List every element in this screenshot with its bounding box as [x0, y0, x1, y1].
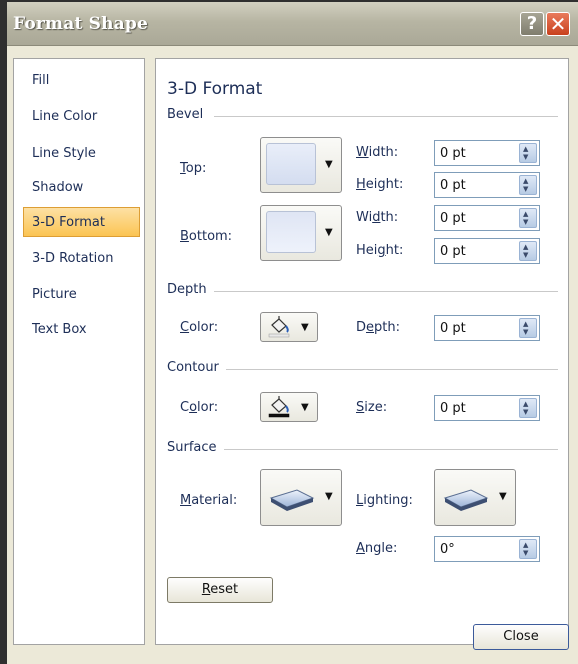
- depth-value: 0 pt: [440, 321, 466, 336]
- top-height-label: Height:: [356, 177, 404, 192]
- bevel-bottom-label: Bottom:: [180, 229, 233, 244]
- spin-buttons-icon[interactable]: ▲ ▼: [519, 143, 537, 163]
- bevel-top-label: Top:: [180, 161, 207, 176]
- help-button[interactable]: ?: [520, 12, 544, 36]
- top-width-spinner[interactable]: 0 pt ▲ ▼: [434, 140, 540, 166]
- size-label: Size:: [356, 400, 388, 415]
- reset-button[interactable]: Reset: [167, 577, 273, 603]
- bottom-height-value: 0 pt: [440, 244, 466, 259]
- lighting-dropdown[interactable]: ▼: [434, 469, 516, 526]
- spin-buttons-icon[interactable]: ▲ ▼: [519, 241, 537, 261]
- nav-item-line-color[interactable]: Line Color: [32, 109, 97, 124]
- bottom-width-label: Width:: [356, 210, 399, 225]
- paint-bucket-icon: [268, 396, 290, 418]
- contour-section-label: Contour: [167, 360, 219, 375]
- top-height-spinner[interactable]: 0 pt ▲ ▼: [434, 172, 540, 198]
- material-dropdown[interactable]: ▼: [260, 469, 342, 526]
- close-window-button[interactable]: ✕: [546, 12, 570, 36]
- spin-buttons-icon[interactable]: ▲ ▼: [519, 208, 537, 228]
- contour-divider: [226, 369, 558, 370]
- depth-divider: [214, 291, 558, 292]
- top-height-value: 0 pt: [440, 178, 466, 193]
- bevel-divider: [214, 116, 558, 117]
- paint-bucket-icon: [268, 316, 290, 338]
- format-shape-dialog: Format Shape ? ✕ Fill Line Color Line St…: [7, 2, 578, 664]
- close-button[interactable]: Close: [473, 624, 569, 650]
- nav-item-shadow[interactable]: Shadow: [32, 180, 83, 195]
- spin-buttons-icon[interactable]: ▲ ▼: [519, 398, 537, 418]
- top-width-label: Width:: [356, 145, 399, 160]
- settings-panel: 3-D Format Bevel Top: ▼ Width: 0 pt ▲ ▼ H…: [155, 58, 569, 645]
- nav-item-3d-format[interactable]: 3-D Format: [32, 215, 105, 230]
- surface-section-label: Surface: [167, 440, 217, 455]
- spin-buttons-icon[interactable]: ▲ ▼: [519, 318, 537, 338]
- bevel-top-dropdown[interactable]: ▼: [260, 137, 342, 193]
- nav-item-fill[interactable]: Fill: [32, 73, 49, 88]
- material-label: Material:: [180, 493, 238, 508]
- lighting-label: Lighting:: [356, 493, 413, 508]
- chevron-down-icon: ▼: [325, 159, 333, 170]
- top-width-value: 0 pt: [440, 146, 466, 161]
- nav-item-3d-rotation[interactable]: 3-D Rotation: [32, 251, 113, 266]
- depth-label: Depth:: [356, 320, 400, 335]
- chevron-down-icon: ▼: [499, 491, 507, 502]
- nav-item-text-box[interactable]: Text Box: [32, 322, 87, 337]
- spin-buttons-icon[interactable]: ▲ ▼: [519, 175, 537, 195]
- bevel-bottom-swatch-icon: [266, 211, 316, 253]
- depth-color-button[interactable]: ▼: [260, 312, 318, 342]
- chevron-down-icon: ▼: [325, 227, 333, 238]
- surface-divider: [224, 449, 558, 450]
- spin-buttons-icon[interactable]: ▲ ▼: [519, 539, 537, 559]
- depth-section-label: Depth: [167, 282, 207, 297]
- size-spinner[interactable]: 0 pt ▲ ▼: [434, 395, 540, 421]
- chevron-down-icon: ▼: [325, 491, 333, 502]
- bottom-width-spinner[interactable]: 0 pt ▲ ▼: [434, 205, 540, 231]
- bottom-height-label: Height:: [356, 243, 404, 258]
- contour-color-button[interactable]: ▼: [260, 392, 318, 422]
- bevel-bottom-dropdown[interactable]: ▼: [260, 205, 342, 261]
- dialog-title: Format Shape: [13, 14, 148, 34]
- nav-item-picture[interactable]: Picture: [32, 287, 77, 302]
- bottom-height-spinner[interactable]: 0 pt ▲ ▼: [434, 238, 540, 264]
- angle-label: Angle:: [356, 541, 398, 556]
- angle-spinner[interactable]: 0° ▲ ▼: [434, 536, 540, 562]
- size-value: 0 pt: [440, 401, 466, 416]
- bottom-width-value: 0 pt: [440, 211, 466, 226]
- depth-spinner[interactable]: 0 pt ▲ ▼: [434, 315, 540, 341]
- chevron-down-icon: ▼: [301, 402, 309, 413]
- lighting-preview-icon: [443, 489, 489, 511]
- nav-item-line-style[interactable]: Line Style: [32, 146, 96, 161]
- chevron-down-icon: ▼: [301, 322, 309, 333]
- contour-color-label: Color:: [180, 400, 219, 415]
- title-bar[interactable]: Format Shape ? ✕: [7, 2, 578, 46]
- material-preview-icon: [269, 489, 315, 511]
- panel-heading: 3-D Format: [167, 79, 263, 99]
- category-list: Fill Line Color Line Style Shadow 3-D Fo…: [13, 58, 145, 645]
- bevel-section-label: Bevel: [167, 107, 204, 122]
- bevel-top-swatch-icon: [266, 143, 316, 185]
- angle-value: 0°: [440, 542, 455, 557]
- depth-color-label: Color:: [180, 320, 219, 335]
